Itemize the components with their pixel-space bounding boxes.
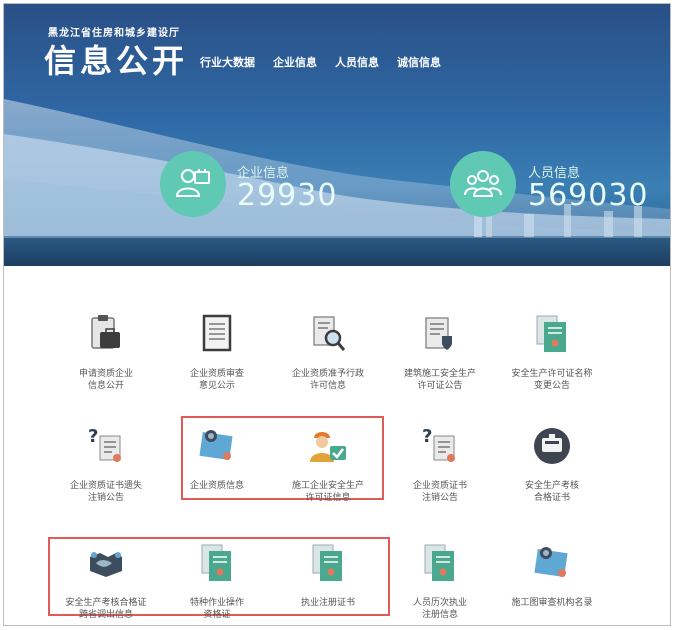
grid-item-review-opinion[interactable]: 企业资质审查 意见公示: [157, 312, 277, 392]
document-search-icon: [306, 312, 350, 356]
document-list-icon: [195, 312, 239, 356]
svg-text:?: ?: [422, 426, 432, 447]
certificate-icon: [306, 541, 350, 585]
worker-check-icon: [306, 424, 350, 468]
handshake-icon: [84, 541, 128, 585]
document-shield-icon: [418, 312, 462, 356]
grid-item-practice-registration-cert[interactable]: 执业注册证书: [268, 541, 388, 609]
grid-item-special-operation-cert[interactable]: 特种作业操作 资格证: [157, 541, 277, 621]
nav-credit-info[interactable]: 诚信信息: [397, 54, 441, 70]
grid-item-safety-license-info[interactable]: 施工企业安全生产 许可证信息: [268, 424, 388, 504]
grid-item-label: 人员历次执业 注册信息: [412, 598, 467, 620]
grid-item-label: 安全生产许可证名称 变更公告: [511, 369, 593, 391]
grid-item-label: 企业资质证书 注销公告: [412, 481, 467, 503]
people-stat-value: 569030: [528, 178, 649, 213]
grid-item-apply-company-info[interactable]: 申请资质企业 信息公开: [46, 312, 166, 392]
site-logo-text[interactable]: 信息公开: [44, 36, 188, 82]
grid-item-safety-exam-cert[interactable]: 安全生产考核 合格证书: [492, 424, 612, 504]
grid-item-label: 企业资质证书遗失 注销公告: [69, 481, 142, 503]
grid-item-cert-lost-cancel[interactable]: ? 企业资质证书遗失 注销公告: [46, 424, 166, 504]
nav-industry-data[interactable]: 行业大数据: [200, 54, 255, 70]
grid-item-company-qualification[interactable]: 企业资质信息: [157, 424, 277, 492]
question-document-icon: ?: [84, 424, 128, 468]
nav-people-info[interactable]: 人员信息: [335, 54, 379, 70]
header-banner: 黑龙江省住房和城乡建设厅 信息公开 行业大数据 企业信息 人员信息 诚信信息 企…: [4, 4, 670, 266]
company-person-icon: [175, 169, 210, 197]
grid-item-label: 安全生产考核 合格证书: [524, 481, 579, 503]
grid-item-label: 企业资质准予行政 许可信息: [291, 369, 364, 391]
grid-item-label: 建筑施工安全生产 许可证公告: [403, 369, 476, 391]
company-stat-value: 29930: [237, 178, 338, 213]
id-card-icon: [530, 424, 574, 468]
grid-item-label: 执业注册证书: [300, 598, 355, 608]
certificate-icon: [530, 312, 574, 356]
grid-item-cert-cancel[interactable]: ? 企业资质证书 注销公告: [380, 424, 500, 504]
question-document-icon: ?: [418, 424, 462, 468]
group-people-icon: [464, 170, 502, 197]
people-stat-circle[interactable]: [450, 151, 516, 217]
grid-item-label: 企业资质审查 意见公示: [189, 369, 244, 391]
grid-item-safety-license-notice[interactable]: 建筑施工安全生产 许可证公告: [380, 312, 500, 392]
grid-item-label: 申请资质企业 信息公开: [78, 369, 133, 391]
grid-item-admin-permit[interactable]: 企业资质准予行政 许可信息: [268, 312, 388, 392]
grid-item-label: 企业资质信息: [189, 481, 244, 491]
nav-company-info[interactable]: 企业信息: [273, 54, 317, 70]
page-frame: 黑龙江省住房和城乡建设厅 信息公开 行业大数据 企业信息 人员信息 诚信信息 企…: [3, 3, 671, 626]
grid-item-registration-history[interactable]: 人员历次执业 注册信息: [380, 541, 500, 621]
badge-card-icon: [195, 424, 239, 468]
company-stat-circle[interactable]: [160, 151, 226, 217]
certificate-icon: [418, 541, 462, 585]
grid-item-cross-province-transfer[interactable]: 安全生产考核合格证 跨省调出信息: [46, 541, 166, 621]
grid-item-license-name-change[interactable]: 安全生产许可证名称 变更公告: [492, 312, 612, 392]
svg-text:?: ?: [88, 426, 98, 447]
grid-item-label: 安全生产考核合格证 跨省调出信息: [65, 598, 147, 620]
grid-item-label: 特种作业操作 资格证: [189, 598, 244, 620]
clipboard-briefcase-icon: [84, 312, 128, 356]
certificate-icon: [195, 541, 239, 585]
grid-item-drawing-review-agencies[interactable]: 施工图审查机构名录: [492, 541, 612, 609]
grid-item-label: 施工图审查机构名录: [511, 598, 593, 608]
badge-card-icon: [530, 541, 574, 585]
top-nav: 行业大数据 企业信息 人员信息 诚信信息: [200, 54, 441, 70]
grid-item-label: 施工企业安全生产 许可证信息: [291, 481, 364, 503]
